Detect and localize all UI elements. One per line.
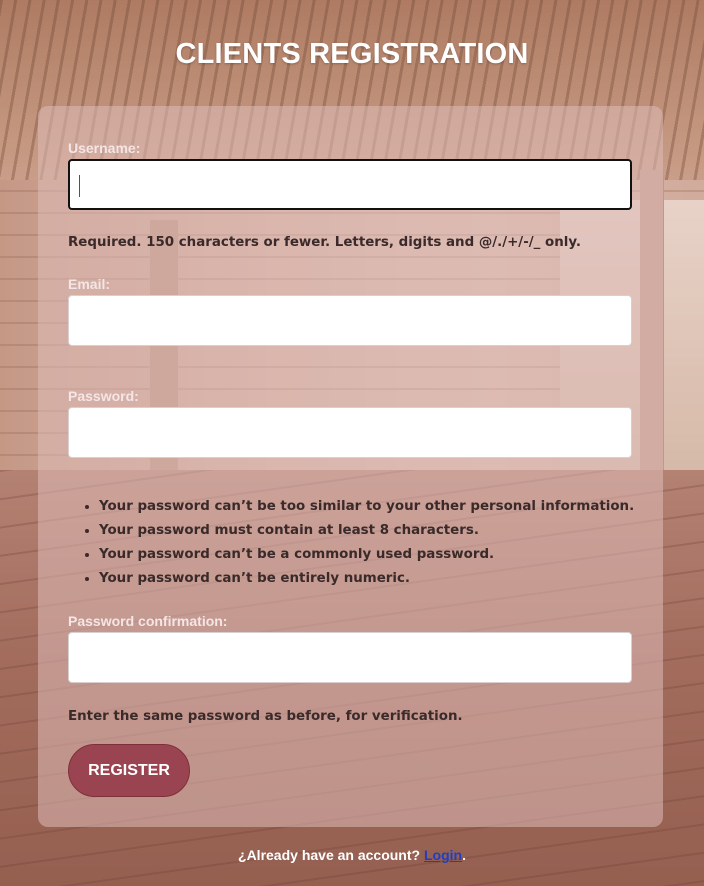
password-input[interactable] (68, 407, 632, 458)
page-title: CLIENTS REGISTRATION (175, 38, 529, 70)
email-label: Email: (68, 276, 111, 292)
login-prompt-suffix: . (462, 847, 466, 863)
password-confirmation-help-text: Enter the same password as before, for v… (68, 709, 463, 724)
login-prompt-text: ¿Already have an account? (238, 847, 421, 863)
registration-form: Username: Required. 150 characters or fe… (38, 106, 663, 827)
login-link[interactable]: Login (424, 847, 462, 863)
password-rules-list: Your password can’t be too similar to yo… (68, 498, 634, 594)
text-caret (79, 175, 80, 197)
register-button[interactable]: REGISTER (68, 744, 190, 797)
login-prompt: ¿Already have an account? Login. (0, 847, 704, 863)
username-input[interactable] (68, 159, 632, 210)
email-input[interactable] (68, 295, 632, 346)
password-rule: Your password can’t be entirely numeric. (99, 570, 634, 594)
username-label: Username: (68, 140, 141, 156)
password-confirmation-label: Password confirmation: (68, 613, 228, 629)
username-help-text: Required. 150 characters or fewer. Lette… (68, 235, 581, 250)
password-rule: Your password must contain at least 8 ch… (99, 522, 634, 546)
password-rule: Your password can’t be too similar to yo… (99, 498, 634, 522)
password-confirmation-input[interactable] (68, 632, 632, 683)
password-rule: Your password can’t be a commonly used p… (99, 546, 634, 570)
password-label: Password: (68, 388, 139, 404)
